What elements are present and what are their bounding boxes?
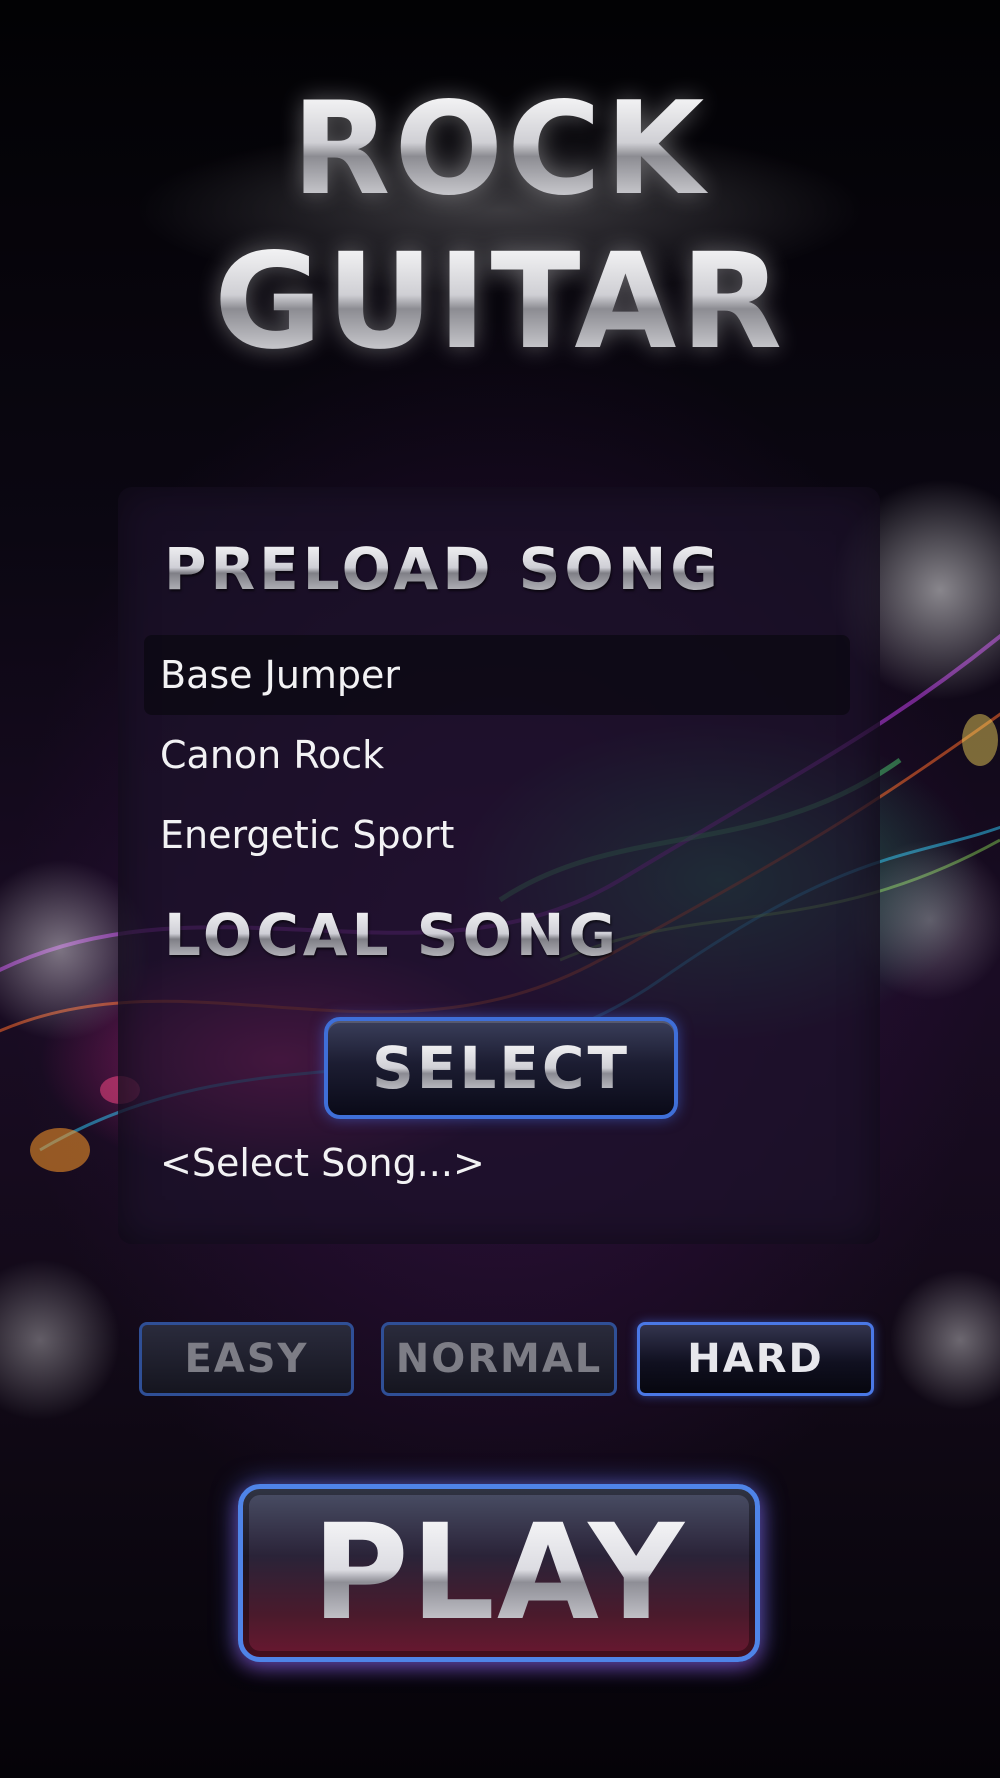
song-item-canon-rock[interactable]: Canon Rock	[144, 715, 850, 795]
song-panel: PRELOAD SONG Base Jumper Canon Rock Ener…	[118, 487, 880, 1244]
title-rock: ROCK	[0, 82, 1000, 217]
song-item-base-jumper[interactable]: Base Jumper	[144, 635, 850, 715]
song-item-energetic-sport[interactable]: Energetic Sport	[144, 795, 850, 875]
play-button[interactable]: PLAY	[238, 1484, 760, 1662]
play-button-label: PLAY	[312, 1496, 686, 1650]
game-screen: ROCK GUITAR PRELOAD SONG Base Jumper Can…	[0, 0, 1000, 1778]
local-song-heading: LOCAL SONG	[164, 901, 621, 969]
difficulty-easy-button[interactable]: EASY	[139, 1322, 354, 1396]
selected-local-song-text: <Select Song...>	[160, 1141, 485, 1185]
preload-song-heading: PRELOAD SONG	[164, 535, 722, 603]
select-song-button[interactable]: SELECT	[324, 1017, 678, 1119]
select-button-label: SELECT	[371, 1034, 631, 1102]
difficulty-hard-button[interactable]: HARD	[637, 1322, 874, 1396]
title-guitar: GUITAR	[0, 232, 1000, 372]
difficulty-normal-button[interactable]: NORMAL	[381, 1322, 617, 1396]
